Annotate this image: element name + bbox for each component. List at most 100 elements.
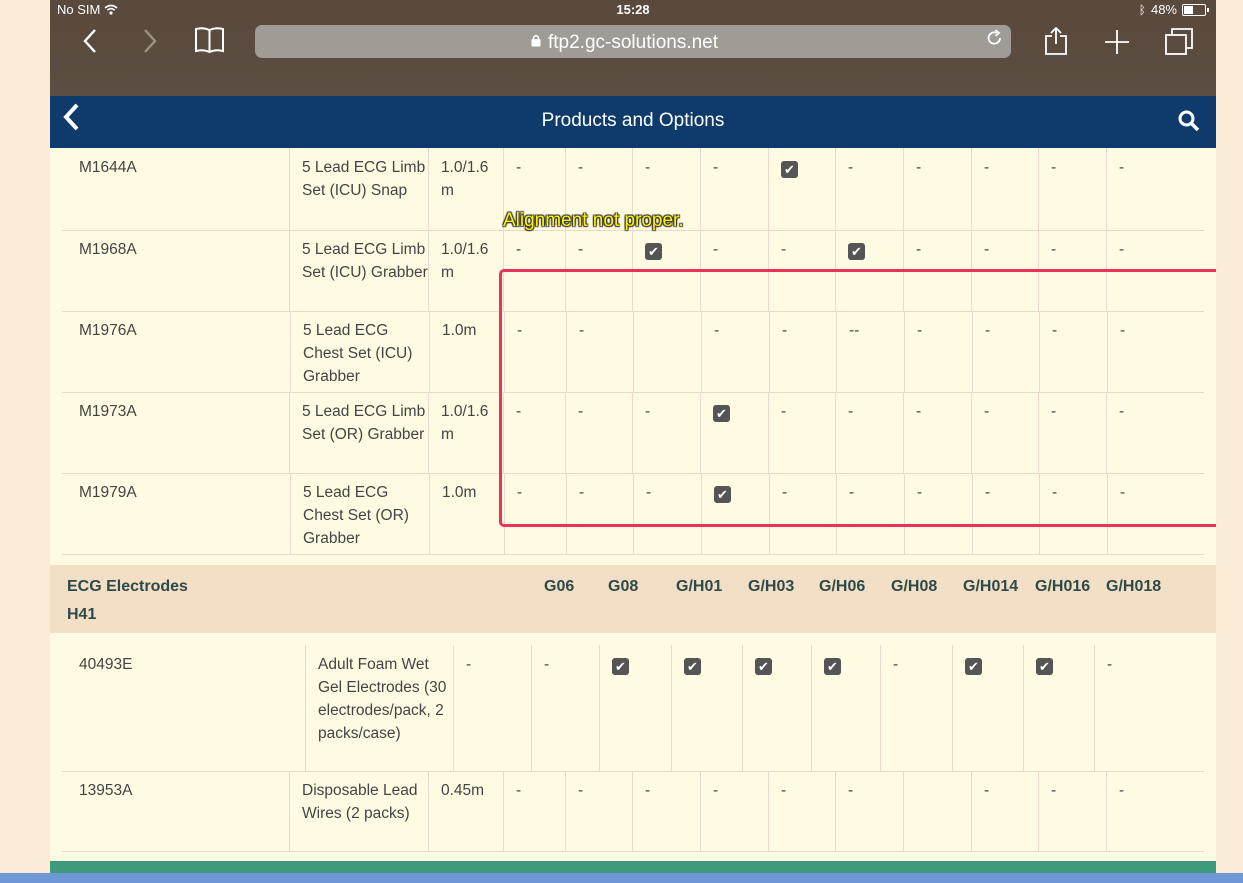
product-description-cell: Disposable Lead Wires (2 packs): [289, 771, 428, 851]
option-cell: -: [880, 645, 952, 771]
clock: 15:28: [616, 2, 650, 17]
option-cell: -: [1106, 771, 1204, 851]
cable-length-cell: 1.0m: [429, 473, 504, 554]
option-cell: -: [700, 148, 768, 230]
column-header: G/H018: [1106, 578, 1162, 595]
section-header-ecg-electrodes: ECG Electrodes H41 G06 G08 G/H01 G/H03 G…: [50, 565, 1216, 633]
checkbox-checked-icon: ✔: [1036, 658, 1053, 675]
product-description-cell: 5 Lead ECG Chest Set (OR) Grabber: [290, 473, 429, 554]
option-cell-text: -: [916, 159, 922, 176]
product-code-cell: M1979A: [62, 473, 289, 554]
option-cell-text: -: [984, 159, 990, 176]
annotation-label: Alignment not proper.: [503, 210, 684, 231]
product-description-cell: Adult Foam Wet Gel Electrodes (30 electr…: [305, 645, 453, 771]
option-cell-text: -: [645, 159, 651, 176]
option-cell: -: [768, 771, 835, 851]
option-cell: -: [1094, 645, 1204, 771]
product-description-cell-text: 5 Lead ECG Chest Set (OR) Grabber: [303, 484, 409, 547]
tabs-icon: [1165, 28, 1193, 55]
option-cell: -: [1038, 771, 1106, 851]
option-cell-text: -: [516, 241, 522, 258]
option-cell: ✔: [768, 148, 835, 230]
column-header: G/H03: [748, 578, 795, 595]
option-cell-text: -: [713, 241, 719, 258]
section-title: ECG Electrodes: [67, 578, 188, 595]
bluetooth-icon: ᛒ: [1138, 2, 1146, 17]
option-cell-text: -: [578, 782, 584, 799]
new-tab-button[interactable]: [1104, 28, 1130, 64]
bookmarks-button[interactable]: [194, 26, 225, 63]
page-title: Products and Options: [541, 110, 725, 131]
product-code-cell: M1976A: [62, 311, 289, 392]
option-cell: ✔: [811, 645, 880, 771]
product-code-cell-text: 40493E: [79, 656, 133, 673]
column-header: G06: [544, 578, 575, 595]
table-row: 40493E Adult Foam Wet Gel Electrodes (30 …: [62, 645, 1204, 772]
back-button[interactable]: [83, 22, 97, 63]
checkbox-checked-icon: ✔: [848, 243, 865, 260]
option-cell: ✔: [952, 645, 1023, 771]
option-cell: -: [971, 148, 1038, 230]
cable-length-cell: -: [453, 645, 531, 771]
chevron-right-icon: [144, 29, 157, 53]
reload-icon[interactable]: [986, 29, 1003, 53]
ipad-screen: No SIM 15:28 ᛒ 48% ftp2.gc-solutions.net: [50, 0, 1216, 883]
option-cell-text: -: [1051, 159, 1057, 176]
address-bar[interactable]: ftp2.gc-solutions.net: [255, 25, 1011, 58]
option-cell-text: -: [645, 782, 651, 799]
tabs-button[interactable]: [1164, 26, 1194, 65]
checkbox-checked-icon: ✔: [965, 658, 982, 675]
status-right: ᛒ 48%: [1138, 2, 1209, 17]
checkbox-checked-icon: ✔: [645, 243, 662, 260]
plus-icon: [1105, 30, 1129, 54]
product-description-cell: 5 Lead ECG Chest Set (ICU) Grabber: [290, 311, 429, 392]
column-header: G08: [608, 578, 639, 595]
option-cell: -: [503, 771, 565, 851]
product-code-cell: M1644A: [62, 148, 289, 230]
column-header: G/H014: [963, 578, 1019, 595]
cable-length-cell-text: -: [466, 656, 472, 673]
product-code-cell: 40493E: [62, 645, 305, 771]
product-description-cell: 5 Lead ECG Limb Set (OR) Grabber: [289, 392, 428, 473]
product-description-cell-text: 5 Lead ECG Limb Set (ICU) Grabber: [302, 241, 428, 281]
product-description-cell: 5 Lead ECG Limb Set (ICU) Snap: [289, 148, 428, 230]
cable-length-cell-text: 0.45m: [441, 782, 485, 799]
search-button[interactable]: [1178, 110, 1200, 137]
book-icon: [195, 27, 224, 54]
forward-button[interactable]: [143, 22, 157, 63]
share-button[interactable]: [1044, 26, 1068, 65]
option-cell: -: [1038, 148, 1106, 230]
option-cell: -: [1106, 148, 1204, 230]
product-code-cell-text: M1968A: [79, 241, 137, 258]
option-cell-text: -: [1051, 782, 1057, 799]
checkbox-checked-icon: ✔: [781, 161, 798, 178]
option-cell-text: -: [984, 241, 990, 258]
option-cell: ✔: [671, 645, 742, 771]
cable-length-cell-text: 1.0m: [442, 322, 477, 339]
product-description-cell-text: Adult Foam Wet Gel Electrodes (30 electr…: [318, 656, 447, 742]
option-cell: -: [632, 771, 700, 851]
option-cell: -: [835, 771, 903, 851]
cable-length-cell-text: 1.0/1.6 m: [441, 159, 489, 199]
option-cell-text: -: [578, 159, 584, 176]
column-header: G/H06: [819, 578, 866, 595]
option-cell-text: -: [1119, 782, 1125, 799]
product-description-cell-text: Disposable Lead Wires (2 packs): [302, 782, 418, 822]
column-header: G/H08: [891, 578, 938, 595]
option-cell: -: [971, 771, 1038, 851]
option-cell-text: -: [1119, 241, 1125, 258]
battery-icon: [1182, 3, 1209, 16]
option-cell-text: -: [1107, 656, 1113, 673]
product-description-cell-text: 5 Lead ECG Chest Set (ICU) Grabber: [303, 322, 413, 385]
footer-bar: [50, 861, 1216, 873]
cable-length-cell: 1.0/1.6 m: [428, 148, 503, 230]
cable-length-cell-text: 1.0/1.6 m: [441, 403, 489, 443]
option-cell-text: -: [544, 656, 550, 673]
option-cell: ✔: [742, 645, 811, 771]
option-cell-text: -: [1051, 241, 1057, 258]
product-code-cell-text: M1644A: [79, 159, 137, 176]
section-subtitle: H41: [67, 606, 97, 623]
product-code-cell-text: M1979A: [79, 484, 137, 501]
option-cell-text: -: [516, 159, 522, 176]
checkbox-checked-icon: ✔: [684, 658, 701, 675]
